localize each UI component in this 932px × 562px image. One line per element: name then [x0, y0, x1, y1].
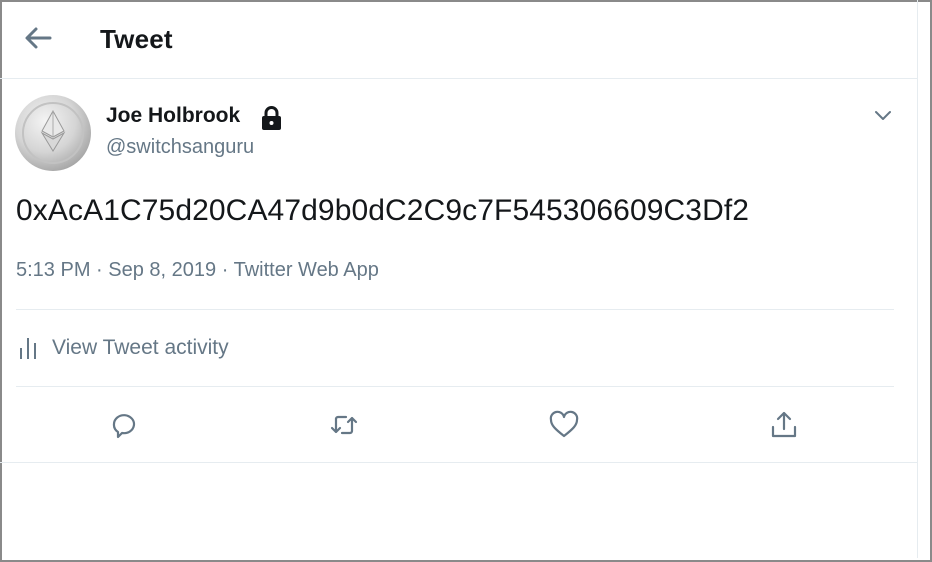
tweet-source-link[interactable]: Twitter Web App	[234, 259, 379, 281]
ethereum-coin-avatar	[22, 102, 84, 164]
share-icon	[771, 411, 797, 438]
lock-icon	[262, 106, 281, 130]
main-column: Tweet Joe Holbrook @switchsanguru 0xAcA1…	[0, 0, 918, 558]
avatar[interactable]	[15, 95, 91, 171]
tweet-text: 0xAcA1C75d20CA47d9b0dC2C9c7F545306609C3D…	[16, 194, 750, 227]
share-button[interactable]	[763, 404, 805, 446]
heart-icon	[549, 410, 579, 438]
arrow-left-icon	[25, 27, 52, 49]
like-button[interactable]	[543, 404, 585, 446]
chevron-down-icon	[875, 111, 891, 120]
back-button[interactable]	[16, 18, 60, 58]
divider	[16, 386, 894, 387]
divider	[0, 462, 918, 463]
tweet-menu-button[interactable]	[868, 100, 898, 130]
page-header: Tweet	[0, 0, 918, 79]
tweet-metadata: 5:13 PM · Sep 8, 2019 · Twitter Web App	[16, 259, 379, 282]
meta-separator: ·	[96, 259, 103, 281]
reply-button[interactable]	[103, 404, 145, 446]
meta-separator: ·	[221, 259, 229, 281]
retweet-button[interactable]	[323, 404, 365, 446]
reply-icon	[112, 414, 136, 439]
author-handle[interactable]: @switchsanguru	[106, 136, 254, 159]
tweet-time[interactable]: 5:13 PM	[16, 259, 90, 281]
page-title: Tweet	[100, 24, 173, 54]
view-tweet-activity-link[interactable]: View Tweet activity	[16, 334, 229, 362]
author-name[interactable]: Joe Holbrook	[106, 104, 240, 128]
bar-chart-icon	[20, 338, 36, 359]
retweet-icon	[330, 415, 358, 435]
tweet-date[interactable]: Sep 8, 2019	[108, 259, 216, 281]
divider	[16, 309, 894, 310]
view-tweet-activity-label: View Tweet activity	[52, 336, 229, 359]
